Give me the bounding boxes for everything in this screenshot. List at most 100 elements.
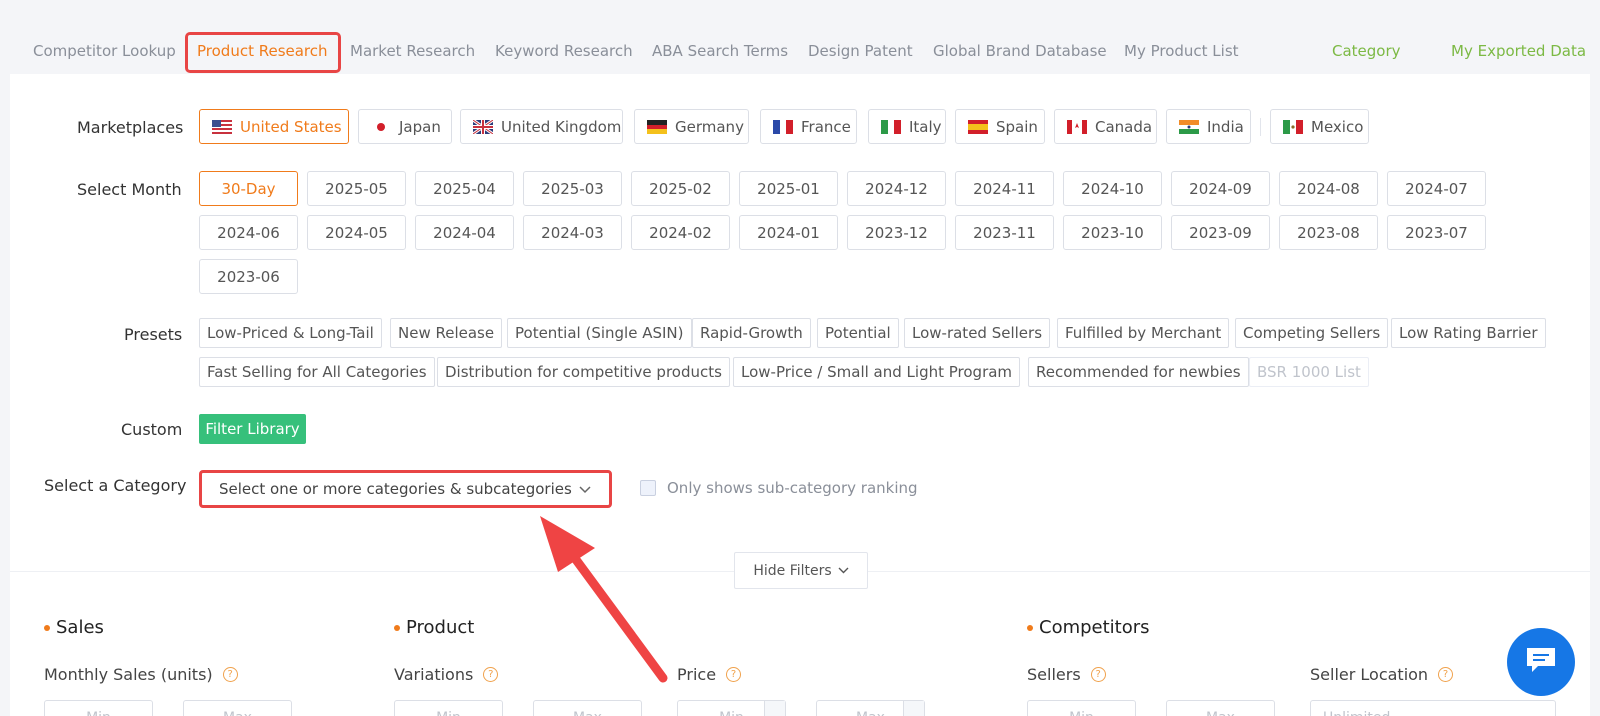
month-option[interactable]: 2023-07 xyxy=(1387,215,1486,250)
marketplace-mexico[interactable]: Mexico xyxy=(1270,109,1369,144)
price-min-input[interactable]: Min xyxy=(677,700,786,716)
month-option[interactable]: 2025-05 xyxy=(307,171,406,206)
link-my-exported-data[interactable]: My Exported Data xyxy=(1451,42,1586,60)
section-product: Product xyxy=(394,617,474,638)
marketplace-label: United States xyxy=(240,117,342,136)
price-label: Price? xyxy=(677,665,742,684)
month-option[interactable]: 2025-02 xyxy=(631,171,730,206)
hide-filters-button[interactable]: Hide Filters xyxy=(734,552,868,589)
custom-label: Custom xyxy=(121,420,183,439)
category-select[interactable]: Select one or more categories & subcateg… xyxy=(199,470,612,508)
preset-low-rating-barrier[interactable]: Low Rating Barrier xyxy=(1391,318,1546,348)
month-option[interactable]: 2024-06 xyxy=(199,215,298,250)
bullet-icon xyxy=(394,624,400,631)
marketplace-label: France xyxy=(801,117,851,136)
germany-flag-icon xyxy=(647,119,667,134)
month-option[interactable]: 2025-01 xyxy=(739,171,838,206)
marketplace-label: Germany xyxy=(675,117,744,136)
sellers-min-input[interactable]: Min xyxy=(1027,700,1136,716)
tab-design-patent[interactable]: Design Patent xyxy=(808,42,913,60)
variations-label: Variations? xyxy=(394,665,499,684)
sellers-max-input[interactable]: Max xyxy=(1166,700,1275,716)
month-option[interactable]: 2023-08 xyxy=(1279,215,1378,250)
month-option[interactable]: 2024-07 xyxy=(1387,171,1486,206)
marketplaces-label: Marketplaces xyxy=(77,118,184,137)
marketplace-label: India xyxy=(1207,117,1244,136)
preset-recommended-for-newbies[interactable]: Recommended for newbies xyxy=(1028,357,1249,387)
preset-distribution-competitive-products[interactable]: Distribution for competitive products xyxy=(437,357,730,387)
help-icon[interactable]: ? xyxy=(483,667,499,682)
month-option[interactable]: 2024-12 xyxy=(847,171,946,206)
tab-global-brand-database[interactable]: Global Brand Database xyxy=(933,42,1107,60)
preset-fulfilled-by-merchant[interactable]: Fulfilled by Merchant xyxy=(1057,318,1230,348)
month-option[interactable]: 2023-09 xyxy=(1171,215,1270,250)
help-icon[interactable]: ? xyxy=(1090,667,1106,682)
month-option[interactable]: 2024-08 xyxy=(1279,171,1378,206)
month-option[interactable]: 30-Day xyxy=(199,171,298,206)
month-option[interactable]: 2024-11 xyxy=(955,171,1054,206)
month-option[interactable]: 2024-02 xyxy=(631,215,730,250)
preset-low-price-small-light[interactable]: Low-Price / Small and Light Program xyxy=(733,357,1021,387)
seller-location-select[interactable]: Unlimited xyxy=(1310,700,1556,716)
month-option[interactable]: 2024-10 xyxy=(1063,171,1162,206)
preset-fast-selling-all-categories[interactable]: Fast Selling for All Categories xyxy=(199,357,435,387)
marketplace-india[interactable]: India xyxy=(1166,109,1251,144)
marketplace-spain[interactable]: Spain xyxy=(955,109,1045,144)
section-title: Product xyxy=(406,617,475,638)
monthly-sales-max-input[interactable]: Max xyxy=(183,700,292,716)
preset-low-priced-long-tail[interactable]: Low-Priced & Long-Tail xyxy=(199,318,382,348)
marketplace-label: Canada xyxy=(1095,117,1153,136)
preset-potential[interactable]: Potential xyxy=(817,318,899,348)
tab-keyword-research[interactable]: Keyword Research xyxy=(495,42,633,60)
month-option[interactable]: 2023-11 xyxy=(955,215,1054,250)
variations-min-input[interactable]: Min xyxy=(394,700,503,716)
link-category[interactable]: Category xyxy=(1332,42,1401,60)
preset-new-release[interactable]: New Release xyxy=(390,318,503,348)
bullet-icon xyxy=(1027,624,1033,631)
select-category-label: Select a Category xyxy=(44,476,187,495)
marketplace-united-states[interactable]: United States xyxy=(199,109,349,144)
marketplace-france[interactable]: France xyxy=(760,109,857,144)
sub-category-checkbox[interactable] xyxy=(640,480,656,496)
help-icon[interactable]: ? xyxy=(726,667,742,682)
chevron-down-icon xyxy=(838,563,849,579)
preset-low-rated-sellers[interactable]: Low-rated Sellers xyxy=(904,318,1051,348)
price-max-input[interactable]: Max xyxy=(816,700,925,716)
help-icon[interactable]: ? xyxy=(1438,667,1454,682)
tab-aba-search-terms[interactable]: ABA Search Terms xyxy=(652,42,788,60)
marketplace-united-kingdom[interactable]: United Kingdom xyxy=(460,109,623,144)
variations-max-input[interactable]: Max xyxy=(533,700,642,716)
help-icon[interactable]: ? xyxy=(222,667,238,682)
month-option[interactable]: 2024-01 xyxy=(739,215,838,250)
france-flag-icon xyxy=(773,119,793,134)
month-option[interactable]: 2023-12 xyxy=(847,215,946,250)
marketplace-label: Mexico xyxy=(1311,117,1364,136)
month-option[interactable]: 2025-03 xyxy=(523,171,622,206)
marketplace-germany[interactable]: Germany xyxy=(634,109,749,144)
tab-competitor-lookup[interactable]: Competitor Lookup xyxy=(33,42,176,60)
tab-my-product-list[interactable]: My Product List xyxy=(1124,42,1239,60)
uk-flag-icon xyxy=(473,119,493,134)
month-option[interactable]: 2025-04 xyxy=(415,171,514,206)
marketplace-italy[interactable]: Italy xyxy=(868,109,946,144)
month-option[interactable]: 2024-03 xyxy=(523,215,622,250)
sub-category-checkbox-label: Only shows sub-category ranking xyxy=(667,479,918,497)
preset-competing-sellers[interactable]: Competing Sellers xyxy=(1235,318,1389,348)
monthly-sales-min-input[interactable]: Min xyxy=(44,700,153,716)
chat-button[interactable] xyxy=(1507,628,1575,696)
section-title: Competitors xyxy=(1039,617,1150,638)
marketplace-canada[interactable]: Canada xyxy=(1054,109,1157,144)
month-option[interactable]: 2023-06 xyxy=(199,259,298,294)
marketplace-label: Spain xyxy=(996,117,1038,136)
preset-potential-single-asin[interactable]: Potential (Single ASIN) xyxy=(507,318,692,348)
section-title: Sales xyxy=(56,617,104,638)
filter-library-button[interactable]: Filter Library xyxy=(199,414,306,444)
month-option[interactable]: 2023-10 xyxy=(1063,215,1162,250)
preset-rapid-growth[interactable]: Rapid-Growth xyxy=(692,318,811,348)
month-option[interactable]: 2024-04 xyxy=(415,215,514,250)
field-label-text: Variations xyxy=(394,665,474,684)
month-option[interactable]: 2024-09 xyxy=(1171,171,1270,206)
marketplace-japan[interactable]: Japan xyxy=(358,109,452,144)
month-option[interactable]: 2024-05 xyxy=(307,215,406,250)
tab-market-research[interactable]: Market Research xyxy=(350,42,475,60)
